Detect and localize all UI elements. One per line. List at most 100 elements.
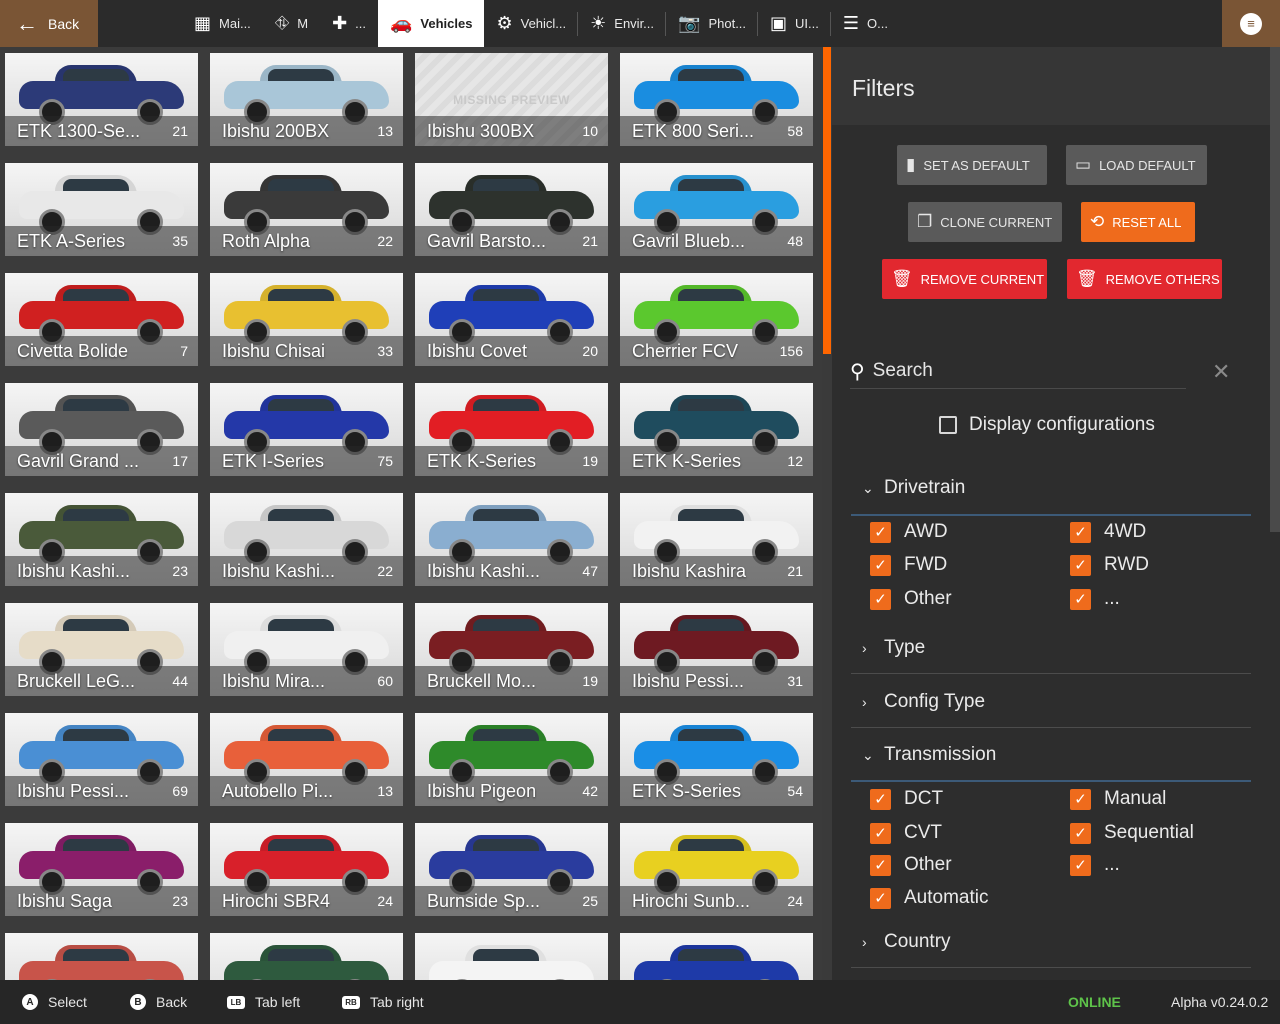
tab-main[interactable]: ▦ Mai...: [182, 0, 263, 47]
vehicle-tile[interactable]: Ibishu Pigeon 42: [415, 713, 608, 806]
vehicle-tile[interactable]: Ibishu Saga 23: [5, 823, 198, 916]
vehicle-tile[interactable]: Hirochi Sunb... 24: [620, 823, 813, 916]
check-icon: ✓: [1070, 822, 1091, 844]
reset-all-button[interactable]: ⟲ Reset all: [1081, 202, 1195, 242]
vehicle-tile[interactable]: Ibishu Mira... 60: [210, 603, 403, 696]
tab-options[interactable]: ☰ O...: [831, 0, 900, 47]
vehicle-tile[interactable]: ETK S-Series 54: [620, 713, 813, 806]
select-hint[interactable]: A Select: [22, 980, 87, 1024]
vehicle-tile[interactable]: Hirochi SBR4 24: [210, 823, 403, 916]
drivetrain-section-header[interactable]: ⌄ Drivetrain: [862, 477, 965, 499]
tab-environment[interactable]: ☀ Envir...: [578, 0, 666, 47]
search-input[interactable]: [870, 359, 1165, 383]
vehicle-caption: Ibishu Kashi... 23: [5, 556, 198, 586]
transmission-more-checkbox[interactable]: ✓...: [1070, 854, 1120, 876]
remove-current-button[interactable]: 🗑 Remove current: [882, 259, 1047, 299]
vehicle-tile[interactable]: MISSING PREVIEW Ibishu 300BX 10: [415, 53, 608, 146]
vehicle-tile[interactable]: Civetta Bolide 7: [5, 273, 198, 366]
vehicle-tile[interactable]: Ibishu 200BX 13: [210, 53, 403, 146]
tab-photo[interactable]: 📷 Phot...: [666, 0, 759, 47]
drivetrain-4wd-checkbox[interactable]: ✓ 4WD: [1070, 521, 1146, 543]
vehicle-tile[interactable]: [210, 933, 403, 980]
vehicle-tile[interactable]: ETK I-Series 75: [210, 383, 403, 476]
tab-map[interactable]: ⛗ M: [263, 0, 320, 47]
vehicle-tile[interactable]: Ibishu Kashi... 23: [5, 493, 198, 586]
transmission-automatic-checkbox[interactable]: ✓ Automatic: [870, 887, 988, 909]
config-count: 19: [582, 673, 598, 689]
config-count: 22: [377, 233, 393, 249]
config-type-section-header[interactable]: › Config Type: [862, 691, 985, 713]
menu-button[interactable]: ≡: [1222, 0, 1280, 47]
vehicle-tile[interactable]: ETK K-Series 19: [415, 383, 608, 476]
tab-left-hint[interactable]: LB Tab left: [227, 980, 300, 1024]
vehicle-tile[interactable]: ETK 800 Seri... 58: [620, 53, 813, 146]
tab-ui-apps[interactable]: ▣ UI...: [758, 0, 831, 47]
remove-others-button[interactable]: 🗑 Remove others: [1067, 259, 1222, 299]
vehicle-tile[interactable]: Bruckell Mo... 19: [415, 603, 608, 696]
filter-panel-scrollbar[interactable]: [1270, 47, 1280, 532]
vehicle-tile[interactable]: Ibishu Covet 20: [415, 273, 608, 366]
tab-vehicle-config[interactable]: ⚙ Vehicl...: [484, 0, 578, 47]
drivetrain-fwd-checkbox[interactable]: ✓ FWD: [870, 554, 947, 576]
transmission-dct-checkbox[interactable]: ✓ DCT: [870, 788, 943, 810]
car-icon: 🚗: [390, 13, 413, 33]
button-label: Remove others: [1105, 271, 1220, 287]
vehicle-tile[interactable]: [5, 933, 198, 980]
hint-label: Back: [156, 994, 188, 1010]
vehicle-tile[interactable]: Autobello Pi... 13: [210, 713, 403, 806]
vehicle-name: Ibishu Pessi...: [17, 780, 130, 801]
checkbox-unchecked: [939, 416, 957, 434]
vehicle-tile[interactable]: Gavril Barsto... 21: [415, 163, 608, 256]
type-section-header[interactable]: › Type: [862, 637, 925, 659]
vehicle-tile[interactable]: Ibishu Chisai 33: [210, 273, 403, 366]
display-configurations-checkbox[interactable]: Display configurations: [939, 414, 1155, 436]
set-as-default-button[interactable]: ▮ Set as default: [897, 145, 1047, 185]
vehicle-tile[interactable]: Ibishu Kashi... 47: [415, 493, 608, 586]
vehicle-tile[interactable]: Ibishu Pessi... 31: [620, 603, 813, 696]
transmission-cvt-checkbox[interactable]: ✓ CVT: [870, 822, 942, 844]
vehicle-tile[interactable]: Gavril Grand ... 17: [5, 383, 198, 476]
back-hint[interactable]: B Back: [130, 980, 187, 1024]
vehicle-tile[interactable]: ETK 1300-Se... 21: [5, 53, 198, 146]
vehicle-tile[interactable]: Cherrier FCV 156: [620, 273, 813, 366]
transmission-section-header[interactable]: ⌄ Transmission: [862, 744, 996, 766]
checkbox-label: DCT: [904, 788, 944, 809]
vehicle-name: Ibishu Chisai: [222, 340, 326, 361]
vehicle-tile[interactable]: ETK K-Series 12: [620, 383, 813, 476]
filters-title: Filters: [852, 75, 915, 101]
drivetrain-rwd-checkbox[interactable]: ✓ RWD: [1070, 554, 1149, 576]
transmission-other-checkbox[interactable]: ✓ Other: [870, 854, 952, 876]
grid-scrollbar[interactable]: [823, 47, 831, 354]
vehicle-preview-image: [634, 943, 799, 980]
vehicle-name: Ibishu Covet: [427, 340, 528, 361]
tab-vehicles[interactable]: 🚗 Vehicles: [378, 0, 485, 47]
transmission-sequential-checkbox[interactable]: ✓ Sequential: [1070, 822, 1194, 844]
clone-current-button[interactable]: ❐ Clone current: [908, 202, 1062, 242]
vehicle-tile[interactable]: [415, 933, 608, 980]
checkbox-label: 4WD: [1104, 521, 1147, 542]
drivetrain-more-checkbox[interactable]: ✓...: [1070, 588, 1120, 610]
vehicle-tile[interactable]: [620, 933, 813, 980]
drivetrain-other-checkbox[interactable]: ✓ Other: [870, 588, 952, 610]
config-count: 23: [172, 563, 188, 579]
vehicle-tile[interactable]: Ibishu Pessi... 69: [5, 713, 198, 806]
config-count: 54: [787, 783, 803, 799]
vehicle-tile[interactable]: Burnside Sp... 25: [415, 823, 608, 916]
country-section-header[interactable]: › Country: [862, 931, 951, 953]
vehicle-tile[interactable]: ETK A-Series 35: [5, 163, 198, 256]
tab-right-hint[interactable]: RB Tab right: [342, 980, 424, 1024]
drivetrain-awd-checkbox[interactable]: ✓ AWD: [870, 521, 948, 543]
clear-search-button[interactable]: ✕: [1212, 359, 1230, 385]
vehicle-tile[interactable]: Gavril Blueb... 48: [620, 163, 813, 256]
vehicle-name: ETK K-Series: [427, 450, 537, 471]
back-button[interactable]: ← Back: [0, 0, 98, 47]
load-default-button[interactable]: ▭ Load default: [1066, 145, 1207, 185]
vehicle-name: Roth Alpha: [222, 230, 311, 251]
vehicle-tile[interactable]: Ibishu Kashira 21: [620, 493, 813, 586]
vehicle-tile[interactable]: Roth Alpha 22: [210, 163, 403, 256]
vehicle-preview-image: [19, 943, 184, 980]
tab-mods[interactable]: ✚...: [320, 0, 378, 47]
vehicle-tile[interactable]: Ibishu Kashi... 22: [210, 493, 403, 586]
transmission-manual-checkbox[interactable]: ✓ Manual: [1070, 788, 1166, 810]
vehicle-tile[interactable]: Bruckell LeG... 44: [5, 603, 198, 696]
